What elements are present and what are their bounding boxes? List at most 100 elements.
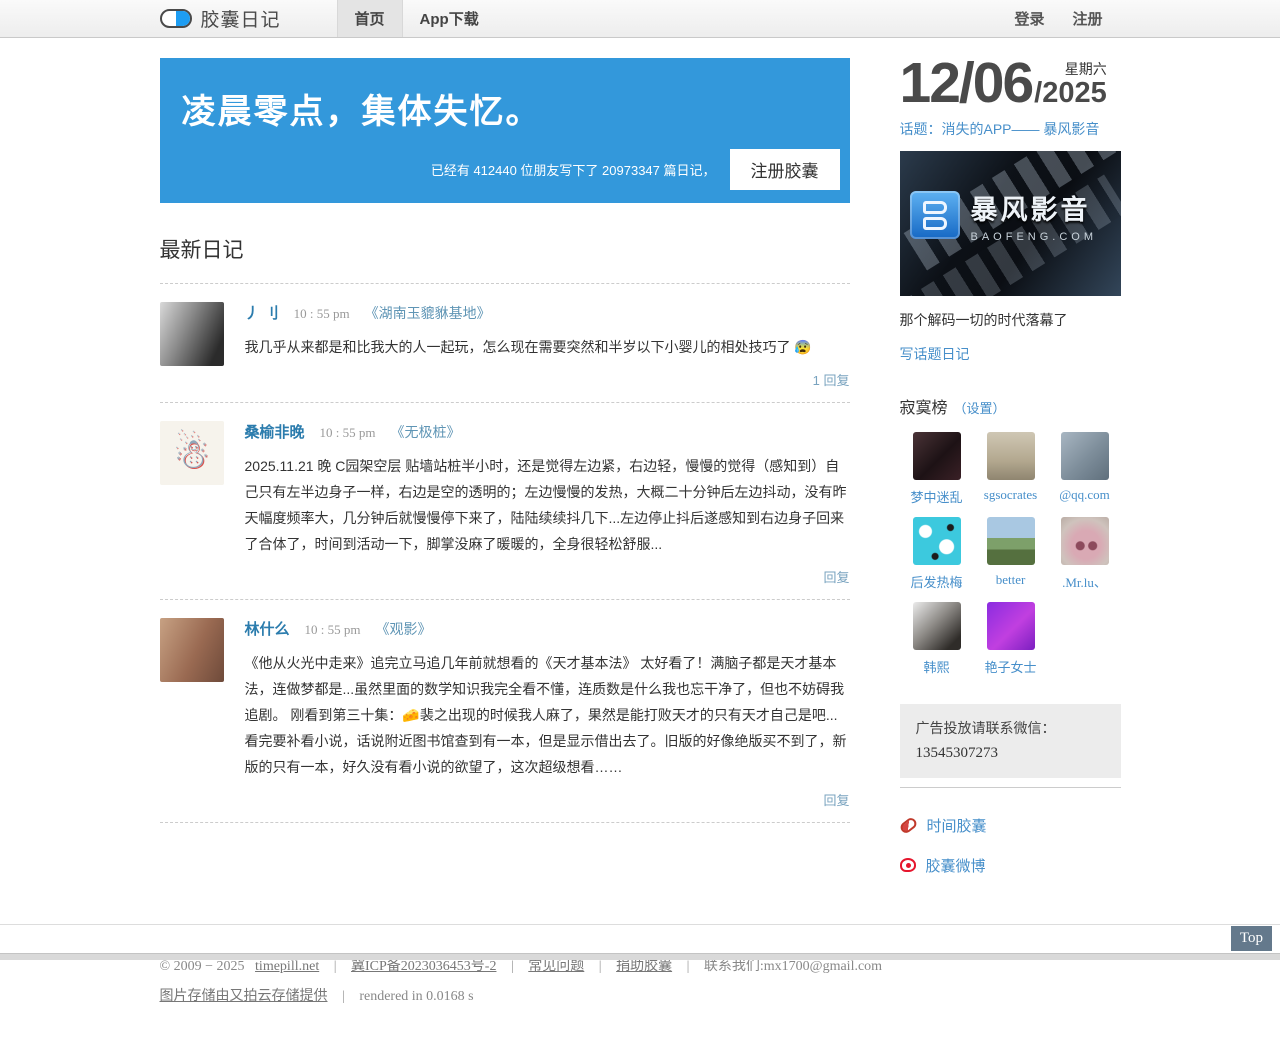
donate-link[interactable]: 捐助胶囊	[616, 959, 672, 974]
logo[interactable]: 胶囊日记	[160, 0, 281, 37]
image-storage-link[interactable]: 图片存储由又拍云存储提供	[160, 989, 328, 1004]
user-cell: better	[974, 517, 1048, 591]
footer-separator: |	[599, 959, 602, 974]
date-year: /2025	[1034, 79, 1107, 108]
banner-stats: 已经有 412440 位朋友写下了 20973347 篇日记，	[431, 160, 716, 179]
lonely-board-grid: 梦中迷乱 sgsocrates @qq.com 后发热梅 better .Mr.…	[900, 432, 1121, 676]
user-avatar[interactable]	[1061, 432, 1109, 480]
user-avatar[interactable]	[1061, 517, 1109, 565]
section-title-latest-diaries: 最新日记	[160, 234, 850, 264]
user-avatar[interactable]	[987, 602, 1035, 650]
capsule-weibo-link[interactable]: 胶囊微博	[900, 855, 1121, 876]
capsule-weibo-label: 胶囊微博	[926, 855, 986, 876]
topic-image[interactable]: 暴风影音 BAOFENG.COM	[900, 151, 1121, 296]
user-name-link[interactable]: @qq.com	[1059, 487, 1110, 503]
user-cell: 韩熙	[900, 602, 974, 676]
user-avatar[interactable]	[913, 517, 961, 565]
user-cell: 艳子女士	[974, 602, 1048, 676]
banner-headline: 凌晨零点，集体失忆。	[182, 84, 840, 133]
reply-link[interactable]: 回复	[823, 793, 849, 808]
date-display: 12/06 星期六 /2025	[900, 58, 1121, 108]
entry-time: 10 : 55 pm	[294, 306, 350, 322]
lonely-board-title: 寂寞榜	[900, 394, 948, 418]
user-cell: sgsocrates	[974, 432, 1048, 506]
sidebar: 12/06 星期六 /2025 话题：消失的APP—— 暴风影音 暴风影音 BA…	[900, 58, 1121, 876]
ad-box: 广告投放请联系微信： 13545307273	[900, 704, 1121, 778]
main-column: 凌晨零点，集体失忆。 已经有 412440 位朋友写下了 20973347 篇日…	[160, 58, 850, 876]
user-name-link[interactable]: 艳子女士	[984, 657, 1036, 676]
register-capsule-button[interactable]: 注册胶囊	[730, 149, 840, 190]
date-weekday: 星期六	[1065, 59, 1107, 79]
horizontal-scrollbar[interactable]	[0, 953, 1280, 960]
username-link[interactable]: 丿 刂	[245, 302, 279, 323]
footer-separator: |	[342, 989, 345, 1004]
user-name-link[interactable]: sgsocrates	[984, 487, 1037, 503]
time-capsule-label: 时间胶囊	[927, 815, 987, 836]
timepill-link[interactable]: timepill.net	[255, 959, 319, 974]
user-avatar[interactable]	[913, 602, 961, 650]
back-to-top-button[interactable]: Top	[1231, 926, 1272, 951]
user-name-link[interactable]: better	[996, 572, 1026, 588]
footer-separator: |	[334, 959, 337, 974]
user-name-link[interactable]: 韩熙	[923, 657, 949, 676]
nav-app-download[interactable]: App下载	[403, 0, 496, 37]
write-topic-diary-link[interactable]: 写话题日记	[900, 344, 970, 364]
nav-home[interactable]: 首页	[337, 0, 403, 37]
copyright-text: © 2009 − 2025	[160, 959, 245, 974]
user-name-link[interactable]: .Mr.lu、	[1062, 572, 1107, 591]
top-navbar: 胶囊日记 首页 App下载 登录 注册	[0, 0, 1280, 38]
entry-time: 10 : 55 pm	[320, 425, 376, 441]
hero-banner: 凌晨零点，集体失忆。 已经有 412440 位朋友写下了 20973347 篇日…	[160, 58, 850, 203]
entry-content: 2025.11.21 晚 C园架空层 贴墙站桩半小时，还是觉得左边紧，右边轻，慢…	[245, 453, 850, 557]
user-avatar[interactable]	[160, 302, 224, 366]
icp-license-link[interactable]: 冀ICP备2023036453号-2	[351, 959, 496, 974]
login-link[interactable]: 登录	[1014, 8, 1044, 29]
faq-link[interactable]: 常见问题	[528, 959, 584, 974]
user-avatar[interactable]	[913, 432, 961, 480]
user-avatar[interactable]	[160, 618, 224, 682]
auth-links: 登录 注册	[1014, 0, 1120, 37]
username-link[interactable]: 林什么	[245, 618, 290, 639]
weibo-icon	[900, 858, 916, 872]
sidebar-links: 时间胶囊 胶囊微博	[900, 815, 1121, 876]
diary-entry: 桑榆非晚 10 : 55 pm 《无极桩》 2025.11.21 晚 C园架空层…	[160, 402, 850, 599]
user-avatar[interactable]	[987, 517, 1035, 565]
diary-entry: 丿 刂 10 : 55 pm 《湖南玉貔貅基地》 我几乎从来都是和比我大的人一起…	[160, 283, 850, 402]
baofeng-brand-text: 暴风影音	[971, 188, 1098, 227]
site-title: 胶囊日记	[201, 5, 281, 32]
topic-link[interactable]: 话题：消失的APP—— 暴风影音	[900, 121, 1121, 138]
reply-link[interactable]: 1 回复	[813, 373, 850, 388]
baofeng-domain-text: BAOFENG.COM	[971, 231, 1098, 243]
capsule-icon	[898, 816, 918, 835]
user-name-link[interactable]: 梦中迷乱	[910, 487, 962, 506]
footer-separator: |	[687, 959, 690, 974]
ad-wechat-number: 13545307273	[916, 745, 1105, 762]
time-capsule-link[interactable]: 时间胶囊	[900, 815, 1121, 836]
user-avatar[interactable]	[987, 432, 1035, 480]
topic-caption: 那个解码一切的时代落幕了	[900, 310, 1121, 330]
user-cell: @qq.com	[1048, 432, 1122, 506]
entry-time: 10 : 55 pm	[305, 622, 361, 638]
user-avatar[interactable]	[160, 421, 224, 485]
lonely-board-settings-link[interactable]: （设置）	[954, 398, 1006, 417]
username-link[interactable]: 桑榆非晚	[245, 421, 305, 442]
user-cell: .Mr.lu、	[1048, 517, 1122, 591]
footer: © 2009 − 2025 timepill.net | 冀ICP备202303…	[0, 924, 1280, 1037]
register-link[interactable]: 注册	[1072, 8, 1102, 29]
user-cell: 梦中迷乱	[900, 432, 974, 506]
render-time: rendered in 0.0168 s	[359, 989, 473, 1004]
notebook-link[interactable]: 《观影》	[376, 619, 432, 639]
main-nav: 首页 App下载	[337, 0, 496, 37]
baofeng-logo-icon	[910, 191, 960, 239]
diary-entry-list: 丿 刂 10 : 55 pm 《湖南玉貔貅基地》 我几乎从来都是和比我大的人一起…	[160, 283, 850, 823]
sidebar-divider	[900, 787, 1121, 788]
entry-content: 我几乎从来都是和比我大的人一起玩，怎么现在需要突然和半岁以下小婴儿的相处技巧了 …	[245, 334, 850, 360]
entry-content: 《他从火光中走来》追完立马追几年前就想看的《天才基本法》 太好看了！满脑子都是天…	[245, 650, 850, 780]
notebook-link[interactable]: 《湖南玉貔貅基地》	[365, 303, 491, 323]
user-name-link[interactable]: 后发热梅	[910, 572, 962, 591]
diary-entry: 林什么 10 : 55 pm 《观影》 《他从火光中走来》追完立马追几年前就想看…	[160, 599, 850, 822]
date-day-month: 12/06	[900, 58, 1033, 108]
lonely-board-header: 寂寞榜 （设置）	[900, 394, 1121, 418]
reply-link[interactable]: 回复	[823, 570, 849, 585]
notebook-link[interactable]: 《无极桩》	[391, 422, 461, 442]
